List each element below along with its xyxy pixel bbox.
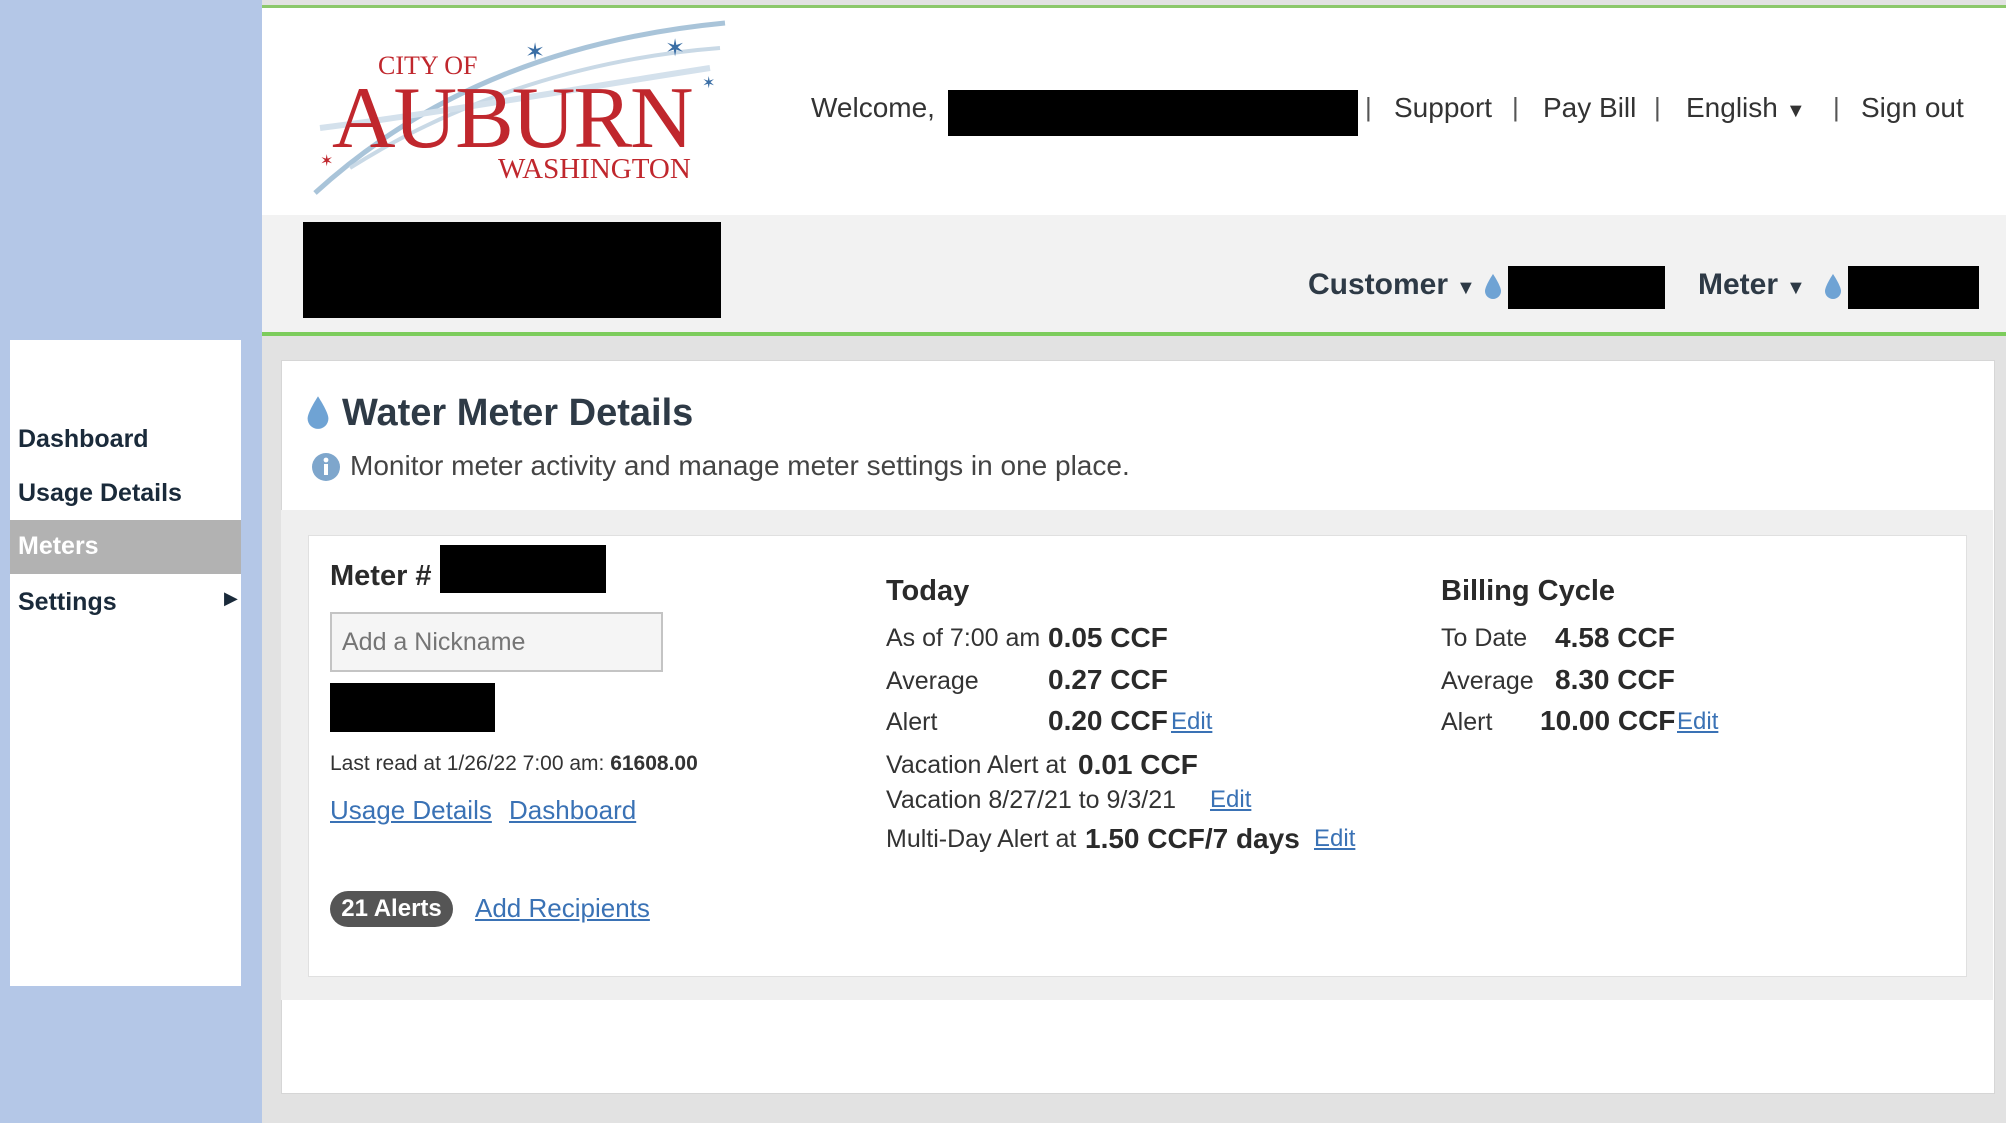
multi-day-alert-value: 1.50 CCF/7 days	[1085, 823, 1300, 854]
sidebar-item-meters[interactable]: Meters	[10, 520, 241, 574]
svg-text:✶: ✶	[702, 75, 715, 92]
sidebar-item-usage-details[interactable]: Usage Details	[18, 479, 182, 508]
sign-out-link[interactable]: Sign out	[1861, 92, 1964, 124]
today-average-label: Average	[886, 667, 979, 695]
vacation-alert-value: 0.01 CCF	[1078, 749, 1198, 780]
water-drop-icon	[1485, 274, 1501, 299]
billing-alert-label: Alert	[1441, 708, 1493, 736]
welcome-text: Welcome,	[811, 92, 935, 123]
water-drop-icon	[1825, 274, 1841, 299]
sidebar-item-dashboard[interactable]: Dashboard	[18, 425, 149, 454]
redacted-username	[948, 90, 1358, 136]
language-dropdown[interactable]: English ▼	[1686, 92, 1806, 124]
meter-label: Meter	[1698, 268, 1779, 301]
vacation-edit-link[interactable]: Edit	[1210, 786, 1251, 814]
nav-separator: |	[1654, 92, 1661, 122]
water-drop-icon	[307, 396, 329, 429]
dashboard-link[interactable]: Dashboard	[509, 795, 636, 826]
info-icon	[312, 453, 340, 481]
multi-day-edit-link[interactable]: Edit	[1314, 825, 1355, 853]
redacted-account-name	[303, 222, 721, 318]
billing-cycle-heading: Billing Cycle	[1441, 575, 1616, 607]
meter-number-label: Meter #	[330, 560, 432, 592]
vacation-dates: Vacation 8/27/21 to 9/3/21	[886, 786, 1177, 814]
last-read-value: 61608.00	[610, 752, 698, 775]
meter-dropdown[interactable]: Meter ▼	[1698, 268, 1806, 302]
support-link[interactable]: Support	[1394, 92, 1492, 124]
as-of-label: As of 7:00 am	[886, 624, 1041, 652]
svg-text:✶: ✶	[665, 35, 685, 62]
billing-alert-value: 10.00 CCF	[1540, 705, 1676, 736]
to-date-label: To Date	[1441, 624, 1528, 652]
today-alert-label: Alert	[886, 708, 938, 736]
nav-separator: |	[1833, 92, 1840, 122]
last-read-text: Last read at 1/26/22 7:00 am: 61608.00	[330, 752, 698, 776]
today-alert-edit-link[interactable]: Edit	[1171, 708, 1212, 736]
today-average-value: 0.27 CCF	[1048, 664, 1168, 695]
to-date-value: 4.58 CCF	[1555, 622, 1675, 653]
caret-down-icon: ▼	[1786, 277, 1806, 299]
today-heading: Today	[886, 575, 970, 607]
pay-bill-link[interactable]: Pay Bill	[1543, 92, 1636, 124]
billing-alert-edit-link[interactable]: Edit	[1677, 708, 1718, 736]
vacation-alert-label: Vacation Alert at	[886, 751, 1067, 779]
caret-right-icon: ▶	[224, 588, 238, 608]
caret-down-icon: ▼	[1456, 277, 1476, 299]
sidebar-item-label: Meters	[18, 532, 99, 560]
customer-label: Customer	[1308, 268, 1449, 301]
sidebar: Dashboard Usage Details Meters Settings …	[10, 340, 241, 986]
caret-down-icon: ▼	[1785, 100, 1806, 122]
alerts-badge[interactable]: 21 Alerts	[330, 891, 453, 927]
redacted-meter-id	[1848, 266, 1979, 309]
multi-day-alert-label: Multi-Day Alert at	[886, 825, 1077, 853]
billing-average-value: 8.30 CCF	[1555, 664, 1675, 695]
billing-average-label: Average	[1441, 667, 1534, 695]
redacted-meter-location	[330, 683, 495, 732]
nav-separator: |	[1365, 92, 1372, 122]
svg-text:✶: ✶	[525, 39, 545, 66]
nickname-input[interactable]	[330, 612, 663, 672]
usage-details-link[interactable]: Usage Details	[330, 795, 492, 826]
page-title: Water Meter Details	[342, 392, 694, 434]
logo-washington: WASHINGTON	[498, 153, 691, 185]
redacted-meter-number	[440, 545, 606, 593]
today-alert-value: 0.20 CCF	[1048, 705, 1168, 736]
redacted-customer-id	[1508, 266, 1665, 309]
page-subtitle: Monitor meter activity and manage meter …	[350, 450, 1130, 481]
last-read-prefix: Last read at 1/26/22 7:00 am:	[330, 752, 605, 775]
add-recipients-link[interactable]: Add Recipients	[475, 893, 650, 924]
city-logo[interactable]: ✶ ✶ ✶ ✶ CITY OF AUBURN WASHINGTON	[310, 18, 730, 203]
language-label: English	[1686, 92, 1778, 123]
nav-separator: |	[1512, 92, 1519, 122]
customer-dropdown[interactable]: Customer ▼	[1308, 268, 1476, 302]
sidebar-item-settings[interactable]: Settings	[18, 588, 117, 617]
as-of-value: 0.05 CCF	[1048, 622, 1168, 653]
